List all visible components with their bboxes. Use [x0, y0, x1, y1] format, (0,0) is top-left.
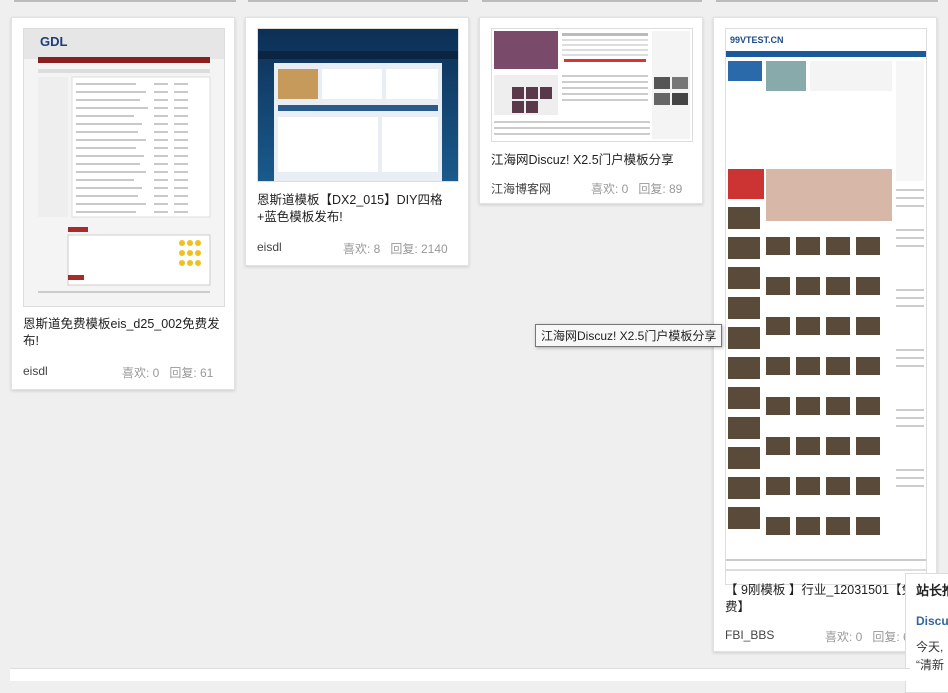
- post-author[interactable]: FBI_BBS: [725, 628, 774, 642]
- post-stats: 喜欢: 0 回复: 6: [825, 628, 910, 645]
- template-preview-image: 99VTEST.CN: [726, 29, 926, 584]
- thumb-logo: GDL: [40, 34, 68, 49]
- thumb-logo: 99VTEST.CN: [730, 35, 784, 45]
- post-title[interactable]: 【 9刚模板 】行业_12031501【免费】: [725, 582, 930, 616]
- post-stats: 喜欢: 0 回复: 89: [591, 180, 682, 197]
- post-thumbnail[interactable]: GDL: [23, 28, 225, 307]
- replies-count: 回复: 89: [638, 182, 683, 196]
- post-author[interactable]: 江海博客网: [491, 180, 551, 197]
- template-preview-image: [492, 29, 692, 141]
- replies-count: 回复: 2140: [390, 242, 448, 256]
- panel-link[interactable]: Discu: [916, 614, 948, 628]
- next-row-edge: [10, 668, 910, 681]
- post-stats: 喜欢: 8 回复: 2140: [343, 240, 448, 257]
- post-thumbnail[interactable]: [491, 28, 693, 142]
- post-title[interactable]: 恩斯道模板【DX2_015】DIY四格+蓝色模板发布!: [257, 192, 462, 226]
- post-card-1[interactable]: GDL 恩斯道免费模板eis_d25_002免费发布! eisdl 喜欢: 0 …: [11, 17, 235, 390]
- template-preview-image: GDL: [24, 29, 224, 306]
- post-stats: 喜欢: 0 回复: 61: [122, 364, 213, 381]
- template-preview-image: [258, 29, 458, 181]
- likes-count: 喜欢: 0: [591, 182, 629, 196]
- partial-card-bar: [482, 0, 702, 2]
- post-title[interactable]: 江海网Discuz! X2.5门户模板分享: [491, 152, 696, 169]
- replies-count: 回复: 61: [169, 366, 214, 380]
- post-thumbnail[interactable]: [257, 28, 459, 182]
- partial-card-bar: [716, 0, 938, 2]
- hover-tooltip: 江海网Discuz! X2.5门户模板分享: [535, 324, 723, 347]
- panel-text: 今天,: [916, 640, 944, 654]
- post-card-3[interactable]: 江海网Discuz! X2.5门户模板分享 江海博客网 喜欢: 0 回复: 89: [479, 17, 703, 204]
- likes-count: 喜欢: 0: [122, 366, 160, 380]
- partial-card-bar: [248, 0, 468, 2]
- partial-card-bar: [14, 0, 236, 2]
- post-title[interactable]: 恩斯道免费模板eis_d25_002免费发布!: [23, 316, 223, 350]
- post-author[interactable]: eisdl: [257, 240, 282, 254]
- post-card-4[interactable]: 99VTEST.CN 【 9刚模板 】行业_12031501【免费】 FBI_B…: [713, 17, 937, 652]
- post-card-2[interactable]: 恩斯道模板【DX2_015】DIY四格+蓝色模板发布! eisdl 喜欢: 8 回…: [245, 17, 469, 266]
- post-author[interactable]: eisdl: [23, 364, 48, 378]
- webmaster-recommend-panel: 站长推 Discu 今天, “清新: [905, 573, 948, 693]
- likes-count: 喜欢: 8: [343, 242, 381, 256]
- panel-title: 站长推: [916, 583, 948, 598]
- panel-text: “清新: [916, 658, 944, 672]
- likes-count: 喜欢: 0: [825, 630, 863, 644]
- post-thumbnail[interactable]: 99VTEST.CN: [725, 28, 927, 585]
